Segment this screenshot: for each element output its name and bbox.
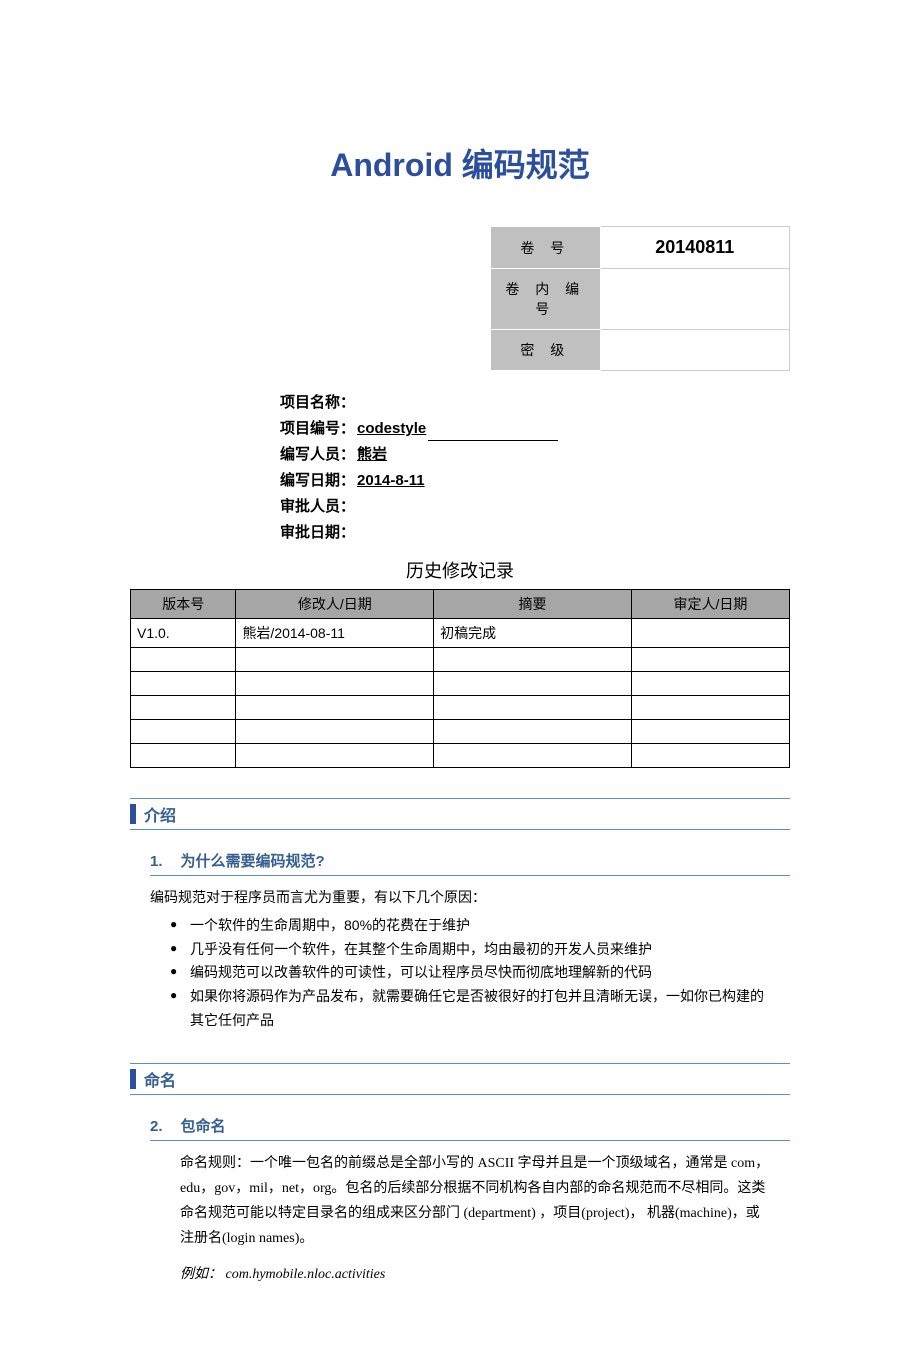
naming-example: 例如： com.hymobile.nloc.activities [180, 1262, 770, 1287]
table-row [131, 696, 790, 720]
intro-body: 编码规范对于程序员而言尤为重要，有以下几个原因： [150, 886, 770, 910]
section-intro-label: 介绍 [144, 802, 176, 826]
section-bar-icon [130, 804, 136, 824]
table-cell [631, 619, 789, 648]
list-item: 如果你将源码作为产品发布，就需要确任它是否被很好的打包并且清晰无误，一如你已构建… [150, 985, 770, 1033]
intro-bullets: 一个软件的生命周期中，80%的花费在于维护几乎没有任何一个软件，在其整个生命周期… [150, 914, 770, 1033]
table-cell [131, 696, 236, 720]
subheading-num: 1. [150, 853, 163, 870]
table-cell [631, 672, 789, 696]
table-cell [131, 648, 236, 672]
history-header: 摘要 [434, 590, 632, 619]
table-cell [434, 672, 632, 696]
table-row: V1.0.熊岩/2014-08-11初稿完成 [131, 619, 790, 648]
project-code-label: 项目编号： [280, 420, 355, 437]
date-label: 编写日期： [280, 472, 355, 489]
table-row [131, 720, 790, 744]
info-internal-value [600, 269, 789, 330]
subheading-title: 包命名 [181, 1118, 226, 1135]
table-cell [236, 720, 434, 744]
table-cell [236, 648, 434, 672]
history-header: 审定人/日期 [631, 590, 789, 619]
table-cell [131, 672, 236, 696]
table-row [131, 744, 790, 768]
table-cell [631, 720, 789, 744]
list-item: 几乎没有任何一个软件，在其整个生命周期中，均由最初的开发人员来维护 [150, 938, 770, 962]
table-cell [131, 744, 236, 768]
table-cell: 熊岩/2014-08-11 [236, 619, 434, 648]
subheading-num: 2. [150, 1118, 163, 1135]
table-cell [236, 672, 434, 696]
history-header: 版本号 [131, 590, 236, 619]
table-cell: 初稿完成 [434, 619, 632, 648]
info-internal-label: 卷 内 编 号 [491, 269, 601, 330]
table-cell [631, 648, 789, 672]
list-item: 编码规范可以改善软件的可读性，可以让程序员尽快而彻底地理解新的代码 [150, 961, 770, 985]
subheading-title: 为什么需要编码规范? [181, 853, 325, 870]
meta-block: 项目名称： 项目编号：codestyle 编写人员：熊岩 编写日期：2014-8… [280, 391, 790, 545]
table-cell [434, 744, 632, 768]
history-title: 历史修改记录 [130, 557, 790, 583]
section-naming: 命名 [130, 1063, 790, 1095]
section-bar-icon [130, 1069, 136, 1089]
subheading-why: 1. 为什么需要编码规范? [150, 850, 790, 876]
info-box: 卷 号 20140811 卷 内 编 号 密 级 [490, 226, 790, 371]
history-header: 修改人/日期 [236, 590, 434, 619]
page-title: Android 编码规范 [130, 140, 790, 186]
naming-example-value: com.hymobile.nloc.activities [222, 1267, 385, 1282]
project-code-value: codestyle [357, 420, 426, 437]
info-volume-value: 20140811 [600, 227, 789, 269]
table-cell [434, 696, 632, 720]
subheading-package: 2. 包命名 [150, 1115, 790, 1141]
table-cell [434, 720, 632, 744]
table-cell [236, 744, 434, 768]
info-secret-value [600, 330, 789, 371]
info-volume-label: 卷 号 [491, 227, 601, 269]
table-row [131, 648, 790, 672]
naming-body: 命名规则：一个唯一包名的前缀总是全部小写的 ASCII 字母并且是一个顶级域名，… [180, 1151, 770, 1252]
table-cell [131, 720, 236, 744]
approver-label: 审批人员： [280, 498, 355, 515]
table-cell: V1.0. [131, 619, 236, 648]
author-label: 编写人员： [280, 446, 355, 463]
naming-example-label: 例如： [180, 1267, 222, 1282]
table-row [131, 672, 790, 696]
table-cell [631, 696, 789, 720]
approve-date-label: 审批日期： [280, 524, 355, 541]
project-name-label: 项目名称： [280, 394, 355, 411]
info-secret-label: 密 级 [491, 330, 601, 371]
table-cell [631, 744, 789, 768]
table-cell [434, 648, 632, 672]
date-value: 2014-8-11 [357, 472, 425, 489]
author-value: 熊岩 [357, 446, 387, 463]
history-table: 版本号 修改人/日期 摘要 审定人/日期 V1.0.熊岩/2014-08-11初… [130, 589, 790, 768]
list-item: 一个软件的生命周期中，80%的花费在于维护 [150, 914, 770, 938]
section-naming-label: 命名 [144, 1067, 176, 1091]
table-cell [236, 696, 434, 720]
section-intro: 介绍 [130, 798, 790, 830]
